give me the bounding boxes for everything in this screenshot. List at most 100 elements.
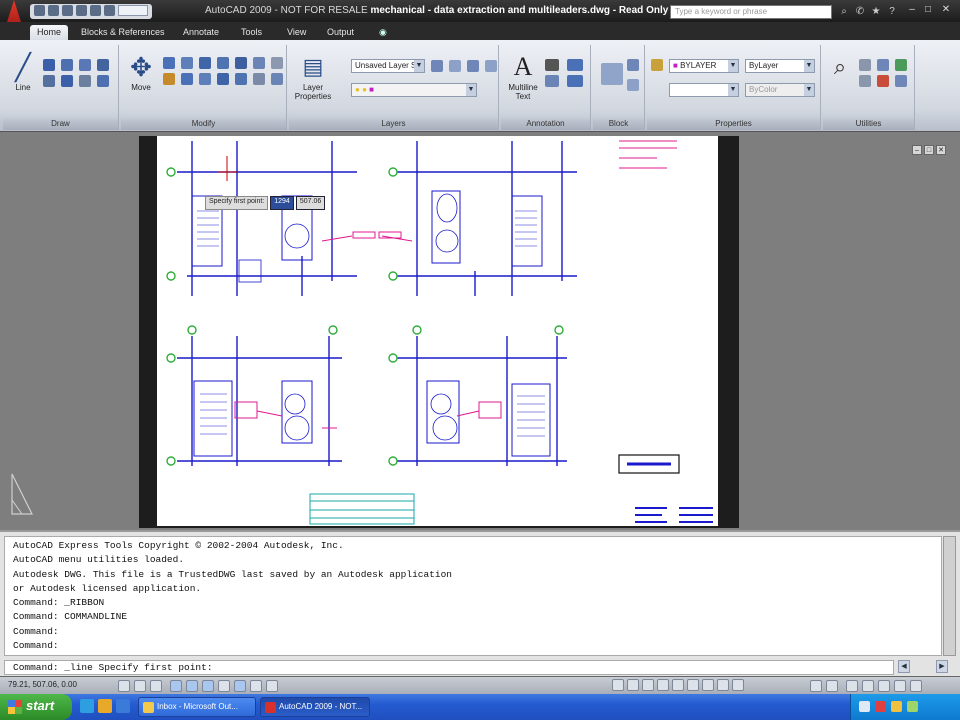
text-style-icon[interactable] xyxy=(545,59,559,71)
match-properties-icon[interactable] xyxy=(651,59,663,71)
close-icon[interactable]: ✕ xyxy=(940,4,952,16)
mirror-icon[interactable] xyxy=(199,57,211,69)
model-space-icon[interactable] xyxy=(612,679,624,691)
chamfer-icon[interactable] xyxy=(217,73,229,85)
region-icon[interactable] xyxy=(97,75,109,87)
quick-view-layouts-icon[interactable] xyxy=(642,679,654,691)
tray-app-icon[interactable] xyxy=(907,701,918,712)
ducs-icon[interactable] xyxy=(218,680,230,692)
plot-icon[interactable] xyxy=(104,5,115,16)
create-block-icon[interactable] xyxy=(627,59,639,71)
ellipse-icon[interactable] xyxy=(43,75,55,87)
start-button[interactable]: start xyxy=(0,694,72,720)
snap-mode-icon[interactable] xyxy=(118,680,130,692)
tray-settings-icon[interactable] xyxy=(878,680,890,692)
volume-icon[interactable] xyxy=(891,701,902,712)
redo-icon[interactable] xyxy=(90,5,101,16)
multileader-icon[interactable] xyxy=(545,75,559,87)
command-line-input[interactable]: Command: _line Specify first point: xyxy=(4,660,894,675)
panel-modify-label[interactable]: Modify xyxy=(121,118,286,130)
spline-icon[interactable] xyxy=(79,75,91,87)
dimension-icon[interactable] xyxy=(567,59,583,71)
tab-tools[interactable]: Tools xyxy=(234,25,269,40)
showmotion-icon[interactable] xyxy=(717,679,729,691)
lineweight-toggle-icon[interactable] xyxy=(250,680,262,692)
layer-properties-button[interactable]: ▤ Layer Properties xyxy=(293,51,333,103)
panel-block-label[interactable]: Block xyxy=(593,118,644,130)
drawing-canvas[interactable] xyxy=(157,136,718,526)
quick-properties-icon[interactable] xyxy=(266,680,278,692)
search-icon[interactable]: ⌕ xyxy=(838,6,850,17)
drawing-restore-icon[interactable]: □ xyxy=(924,145,934,155)
move-button[interactable]: ✥ Move xyxy=(124,51,158,103)
hatch-icon[interactable] xyxy=(61,75,73,87)
tab-view[interactable]: View xyxy=(280,25,313,40)
edit-block-icon[interactable] xyxy=(627,79,639,91)
object-snap-tracking-icon[interactable] xyxy=(202,680,214,692)
panel-draw-label[interactable]: Draw xyxy=(3,118,118,130)
circle-icon[interactable] xyxy=(61,59,73,71)
zoom-status-icon[interactable] xyxy=(687,679,699,691)
scroll-right-icon[interactable]: ▶ xyxy=(936,660,948,673)
layer-isolate-icon[interactable] xyxy=(449,60,461,72)
layer-unisolate-icon[interactable] xyxy=(467,60,479,72)
object-snap-icon[interactable] xyxy=(186,680,198,692)
multiline-text-button[interactable]: A Multiline Text xyxy=(505,51,541,103)
polar-tracking-icon[interactable] xyxy=(170,680,182,692)
pan-status-icon[interactable] xyxy=(672,679,684,691)
workspace-dropdown[interactable] xyxy=(118,5,148,16)
paste-icon[interactable] xyxy=(859,59,871,71)
tab-blocks-references[interactable]: Blocks & References xyxy=(74,25,172,40)
break-icon[interactable] xyxy=(253,73,265,85)
dynamic-input-icon[interactable] xyxy=(234,680,246,692)
measure-icon[interactable] xyxy=(895,59,907,71)
explode-icon[interactable] xyxy=(235,73,247,85)
cut-icon[interactable] xyxy=(877,75,889,87)
trim-icon[interactable] xyxy=(271,57,283,69)
undo-icon[interactable] xyxy=(76,5,87,16)
scale-icon[interactable] xyxy=(217,57,229,69)
copy-clip-icon[interactable] xyxy=(859,75,871,87)
restore-icon[interactable]: □ xyxy=(922,4,934,16)
drawing-close-icon[interactable]: ✕ xyxy=(936,145,946,155)
join-icon[interactable] xyxy=(271,73,283,85)
layer-state-dropdown[interactable]: Unsaved Layer State ▼ xyxy=(351,59,425,73)
ribbon-minimize-icon[interactable]: ◉ xyxy=(372,25,394,40)
command-scrollbar[interactable] xyxy=(943,536,956,656)
linetype-dropdown[interactable]: ▼ xyxy=(669,83,739,97)
isolate-objects-icon[interactable] xyxy=(894,680,906,692)
taskbar-item-outlook[interactable]: Inbox - Microsoft Out... xyxy=(138,697,256,717)
color-dropdown[interactable]: ■ BYLAYER ▼ xyxy=(669,59,739,73)
layout-sheet[interactable]: Specify first point: 1294 507.06 xyxy=(157,136,718,526)
arc-icon[interactable] xyxy=(79,59,91,71)
new-file-icon[interactable] xyxy=(34,5,45,16)
communication-center-icon[interactable]: ✆ xyxy=(854,6,866,17)
tab-annotate[interactable]: Annotate xyxy=(176,25,226,40)
security-icon[interactable] xyxy=(875,701,886,712)
annotation-visibility-icon[interactable] xyxy=(826,680,838,692)
layout-icon[interactable] xyxy=(627,679,639,691)
coordinate-readout[interactable]: 79.21, 507.06, 0.00 xyxy=(8,680,77,689)
plotstyle-dropdown[interactable]: ByColor ▼ xyxy=(745,83,815,97)
internet-explorer-icon[interactable] xyxy=(80,699,94,713)
maximize-viewport-icon[interactable] xyxy=(732,679,744,691)
help-icon[interactable]: ? xyxy=(886,6,898,17)
array-icon[interactable] xyxy=(253,57,265,69)
dynamic-input-y-field[interactable]: 507.06 xyxy=(295,196,326,210)
polyline-icon[interactable] xyxy=(43,59,55,71)
lineweight-dropdown[interactable]: ByLayer ▼ xyxy=(745,59,815,73)
show-desktop-icon[interactable] xyxy=(98,699,112,713)
workspace-switching-icon[interactable] xyxy=(846,680,858,692)
tab-output[interactable]: Output xyxy=(320,25,361,40)
tab-home[interactable]: Home xyxy=(30,25,69,40)
network-icon[interactable] xyxy=(859,701,870,712)
taskbar-item-autocad[interactable]: AutoCAD 2009 - NOT... xyxy=(260,697,370,717)
table-icon[interactable] xyxy=(567,75,583,87)
stretch-icon[interactable] xyxy=(235,57,247,69)
clean-screen-icon[interactable] xyxy=(910,680,922,692)
help-search-input[interactable]: Type a keyword or phrase xyxy=(670,5,832,19)
insert-block-icon[interactable] xyxy=(601,63,623,85)
quick-view-drawings-icon[interactable] xyxy=(657,679,669,691)
scroll-left-icon[interactable]: ◀ xyxy=(898,660,910,673)
grid-display-icon[interactable] xyxy=(134,680,146,692)
